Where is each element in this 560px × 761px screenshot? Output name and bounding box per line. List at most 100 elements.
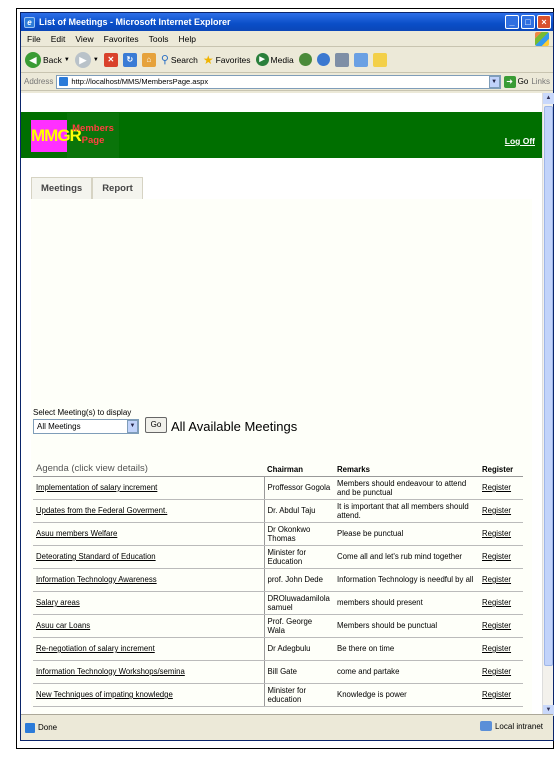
zone-text: Local intranet <box>494 721 543 731</box>
ie-icon: e <box>24 16 35 28</box>
register-link[interactable]: Register <box>482 506 511 515</box>
tab-strip: Meetings Report <box>31 177 143 199</box>
close-icon[interactable]: × <box>537 15 551 29</box>
register-link[interactable]: Register <box>482 644 511 653</box>
edit-icon[interactable] <box>353 52 368 67</box>
title-bar: e List of Meetings - Microsoft Internet … <box>21 13 553 31</box>
agenda-link[interactable]: Implementation of salary increment <box>36 483 157 492</box>
register-cell: Register <box>479 522 523 546</box>
forward-button[interactable]: ▶ ▼ <box>74 51 99 68</box>
agenda-link[interactable]: New Techniques of impating knowledge <box>36 690 173 699</box>
page-done-icon <box>25 722 35 733</box>
agenda-cell: Re-negotiation of salary increment <box>33 637 265 661</box>
chevron-down-icon[interactable]: ▼ <box>488 75 500 88</box>
select-value: All Meetings <box>37 422 81 431</box>
register-cell: Register <box>479 568 523 592</box>
section-label: Members Page <box>67 113 119 158</box>
select-label: Select Meeting(s) to display <box>33 408 132 417</box>
chevron-down-icon: ▼ <box>63 56 70 63</box>
menu-favorites[interactable]: Favorites <box>104 34 139 44</box>
register-link[interactable]: Register <box>482 598 511 607</box>
media-button[interactable]: ▶ Media <box>255 53 294 66</box>
agenda-cell: Information Technology Awareness <box>33 568 265 592</box>
agenda-link[interactable]: Deteorating Standard of Education <box>36 552 156 561</box>
status-bar: Done Local intranet <box>21 714 553 740</box>
maximize-icon[interactable]: □ <box>521 15 535 29</box>
agenda-link[interactable]: Re-negotiation of salary increment <box>36 644 155 653</box>
remarks-cell: Members should be punctual <box>334 614 479 638</box>
chevron-down-icon[interactable]: ▼ <box>127 420 138 433</box>
media-label: Media <box>270 54 294 65</box>
agenda-cell: Updates from the Federal Goverment. <box>33 499 265 523</box>
register-cell: Register <box>479 475 523 500</box>
register-cell: Register <box>479 637 523 661</box>
stop-icon[interactable]: ✕ <box>103 52 118 67</box>
table-row: Deteorating Standard of Education Ministe… <box>33 545 523 569</box>
register-link[interactable]: Register <box>482 483 511 492</box>
search-button[interactable]: ⚲ Search <box>161 53 198 66</box>
agenda-cell: New Techniques of impating knowledge <box>33 683 265 707</box>
agenda-link[interactable]: Asuu car Loans <box>36 621 90 630</box>
agenda-link[interactable]: Information Technology Awareness <box>36 575 157 584</box>
intranet-icon <box>479 721 492 731</box>
tab-report[interactable]: Report <box>92 177 143 199</box>
browser-window: e List of Meetings - Microsoft Internet … <box>20 12 554 741</box>
address-go-label: Go <box>517 77 529 86</box>
favorites-button[interactable]: ★ Favorites <box>203 53 251 67</box>
home-icon[interactable]: ⌂ <box>141 52 156 67</box>
vertical-scrollbar[interactable]: ▲ ▼ <box>542 93 554 716</box>
agenda-cell: Information Technology Workshops/semina <box>33 660 265 684</box>
register-cell: Register <box>479 660 523 684</box>
go-button[interactable]: Go <box>145 417 167 433</box>
address-input[interactable]: http://localhost/MMS/MembersPage.aspx ▼ <box>56 74 501 89</box>
chairman-cell: Minister for Education <box>264 545 334 569</box>
register-link[interactable]: Register <box>482 690 511 699</box>
logoff-link[interactable]: Log Off <box>505 136 535 146</box>
status-text: Done <box>38 723 58 732</box>
section-label-line1: Members <box>72 123 114 134</box>
media-icon: ▶ <box>255 53 269 66</box>
meeting-filter-select[interactable]: All Meetings ▼ <box>33 419 139 434</box>
menu-bar: File Edit View Favorites Tools Help <box>21 31 553 47</box>
page-heading: All Available Meetings <box>171 419 298 434</box>
page-viewport: MMGR Members Page Log Off Meetings Repor… <box>21 93 543 716</box>
register-link[interactable]: Register <box>482 621 511 630</box>
agenda-link[interactable]: Updates from the Federal Goverment. <box>36 506 167 515</box>
menu-file[interactable]: File <box>27 34 41 44</box>
address-label: Address <box>24 77 54 86</box>
menu-view[interactable]: View <box>75 34 93 44</box>
search-label: Search <box>170 54 198 65</box>
menu-help[interactable]: Help <box>178 34 195 44</box>
links-button[interactable]: Links <box>531 77 550 86</box>
agenda-link[interactable]: Asuu members Welfare <box>36 529 117 538</box>
register-cell: Register <box>479 545 523 569</box>
agenda-link[interactable]: Information Technology Workshops/semina <box>36 667 185 676</box>
register-link[interactable]: Register <box>482 575 511 584</box>
mail-icon[interactable] <box>316 53 330 66</box>
register-link[interactable]: Register <box>482 667 511 676</box>
address-go-button[interactable]: ➜ Go <box>503 75 529 88</box>
remarks-cell: Be there on time <box>334 637 479 661</box>
refresh-icon[interactable]: ↻ <box>122 52 137 67</box>
table-row: Information Technology Workshops/semina B… <box>33 660 523 684</box>
forward-arrow-icon: ▶ <box>74 51 91 68</box>
messenger-icon[interactable] <box>372 52 387 67</box>
table-row: Re-negotiation of salary increment Dr Ade… <box>33 637 523 661</box>
minimize-icon[interactable]: _ <box>505 15 519 29</box>
agenda-link[interactable]: Salary areas <box>36 598 80 607</box>
tab-meetings[interactable]: Meetings <box>31 177 93 199</box>
menu-tools[interactable]: Tools <box>149 34 169 44</box>
header-register: Register <box>482 464 514 474</box>
print-icon[interactable] <box>334 52 349 67</box>
scroll-thumb[interactable] <box>544 106 553 666</box>
menu-edit[interactable]: Edit <box>51 34 66 44</box>
register-link[interactable]: Register <box>482 529 511 538</box>
register-cell: Register <box>479 683 523 707</box>
back-button[interactable]: ◀ Back ▼ <box>25 51 70 68</box>
history-icon[interactable] <box>298 53 312 66</box>
register-link[interactable]: Register <box>482 552 511 561</box>
header-agenda: Agenda (click view details) <box>36 462 148 474</box>
chairman-cell: Bill Gate <box>264 660 334 684</box>
register-cell: Register <box>479 591 523 615</box>
scroll-up-icon[interactable]: ▲ <box>543 93 554 104</box>
